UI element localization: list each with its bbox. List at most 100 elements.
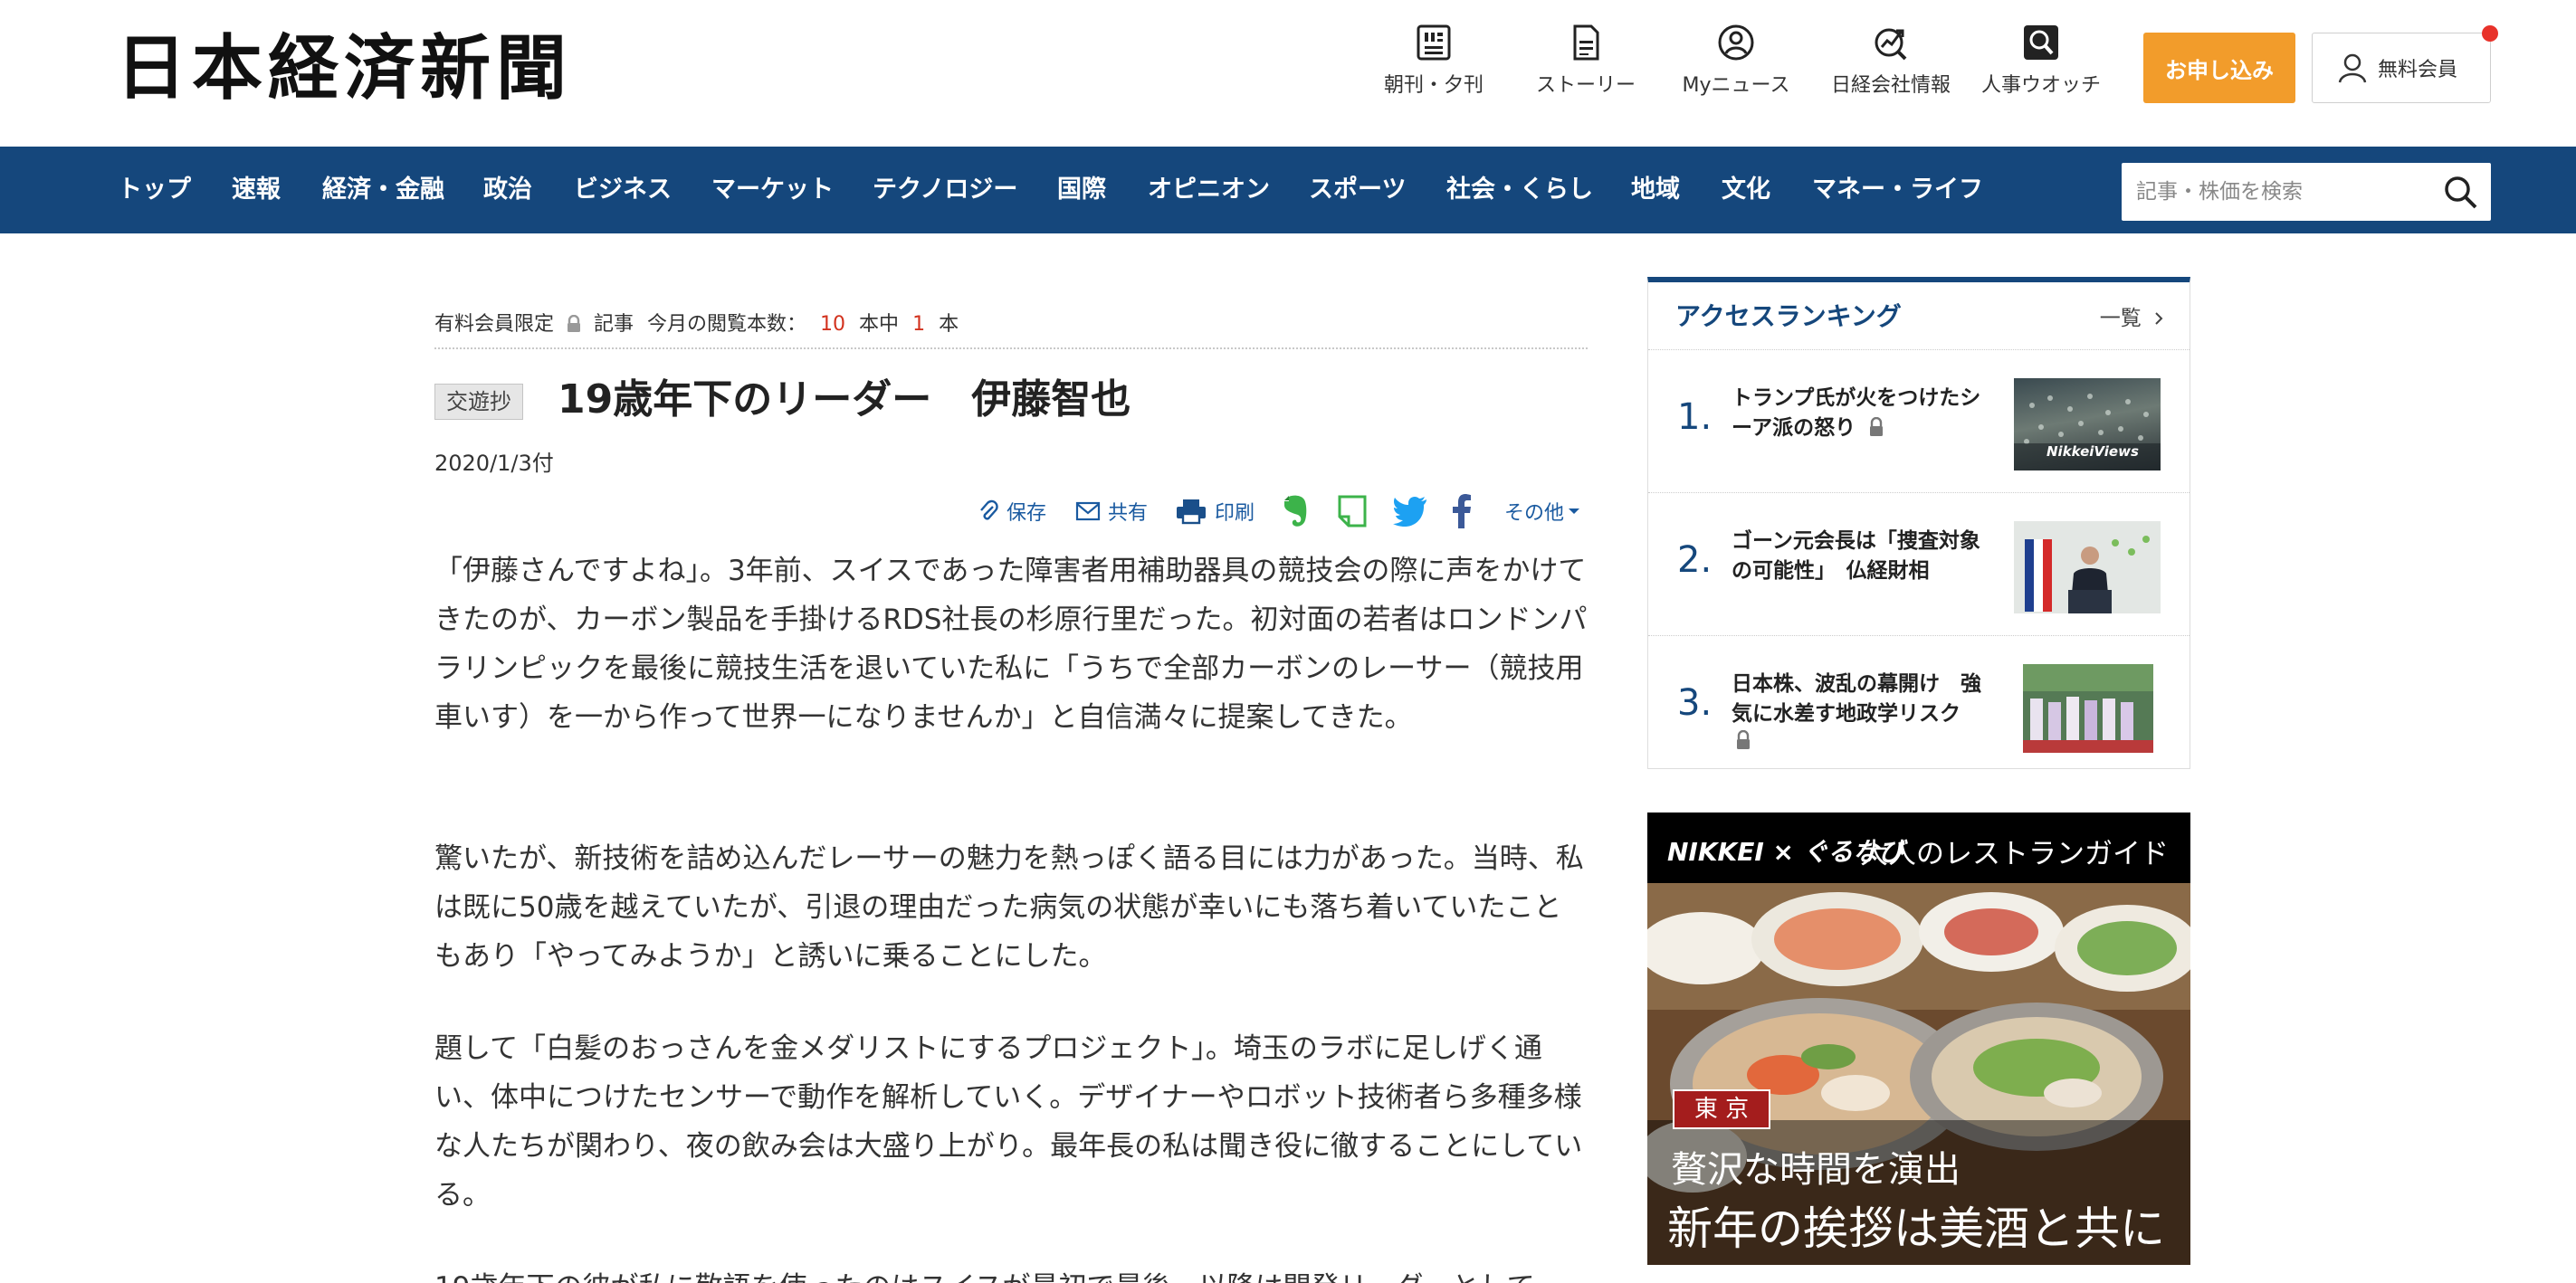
user-circle-icon [1718, 24, 1754, 61]
monthly-limit: 10 [820, 313, 846, 336]
share-button[interactable]: 共有 [1075, 489, 1148, 534]
nav-sports[interactable]: スポーツ [1309, 147, 1406, 233]
nav-story[interactable]: ストーリー [1530, 24, 1642, 114]
search-box [2122, 163, 2491, 221]
restaurant-guide-ad[interactable]: NIKKEI × ぐるなび 大人のレストランガイド 東 京 贅沢な時間を演出 新… [1647, 813, 2190, 1265]
notification-dot [2482, 25, 2498, 42]
divider [434, 347, 1588, 349]
print-button[interactable]: 印刷 [1175, 489, 1255, 534]
nav-my-news[interactable]: Myニュース [1674, 24, 1798, 114]
nav-opinion[interactable]: オピニオン [1148, 147, 1270, 233]
read-count: 1 [912, 313, 926, 336]
ranking-title: アクセスランキング [1675, 301, 1902, 331]
of-label: 本中 [859, 313, 900, 336]
nav-technology[interactable]: テクノロジー [873, 147, 1017, 233]
main-navbar: トップ 速報 経済・金融 政治 ビジネス マーケット テクノロジー 国際 オピニ… [0, 147, 2576, 233]
print-label: 印刷 [1215, 502, 1255, 525]
document-icon [1573, 24, 1599, 61]
save-button[interactable]: 保存 [978, 489, 1046, 534]
clip-note-button[interactable] [1336, 489, 1376, 534]
nav-business[interactable]: ビジネス [574, 147, 672, 233]
ranking-headline: ゴーン元会長は「捜査対象の可能性」 仏経財相 [1732, 527, 1999, 586]
nav-label: 日経会社情報 [1830, 74, 1951, 97]
ranking-thumbnail [2014, 521, 2161, 613]
free-member-button[interactable]: 無料会員 [2312, 33, 2491, 103]
magnifier-icon [2024, 25, 2058, 60]
ranking-more-label: 一覧 [2099, 307, 2142, 330]
nav-company-info[interactable]: 日経会社情報 [1825, 24, 1957, 114]
column-tag[interactable]: 交遊抄 [434, 384, 523, 420]
free-member-label: 無料会員 [2378, 59, 2458, 81]
site-header: 日本経済新聞 朝刊・夕刊 ストーリー Myニュース 日経会社情報 人事ウオッチ … [0, 0, 2576, 147]
evernote-button[interactable] [1280, 489, 1318, 534]
monthly-count-label: 今月の閲覧本数： [647, 313, 807, 336]
ranking-headline-text: ゴーン元会長は「捜査対象の可能性」 仏経財相 [1732, 529, 1980, 583]
unit-label: 本 [939, 313, 959, 336]
more-share-button[interactable]: その他 [1504, 489, 1588, 534]
paid-member-label: 有料会員限定 [434, 313, 555, 336]
nav-politics[interactable]: 政治 [483, 147, 532, 233]
mail-icon [1075, 501, 1101, 521]
ranking-thumbnail [2023, 664, 2153, 753]
nav-money-life[interactable]: マネー・ライフ [1812, 147, 1983, 233]
nav-economy-finance[interactable]: 経済・金融 [322, 147, 444, 233]
facebook-button[interactable] [1452, 489, 1479, 534]
ad-location-badge: 東 京 [1673, 1089, 1770, 1129]
ranking-item[interactable]: 1. トランプ氏が火をつけたシーア派の怒り NikkeiViews [1648, 351, 2190, 492]
nav-label: ストーリー [1535, 74, 1636, 97]
twitter-icon [1393, 496, 1426, 527]
press-conference-image [2014, 521, 2161, 613]
divider [1648, 635, 2190, 636]
rank-number: 3. [1677, 682, 1713, 724]
newspaper-icon [1417, 24, 1451, 61]
nav-international[interactable]: 国際 [1057, 147, 1106, 233]
note-icon [1338, 495, 1367, 527]
article-title: 19歳年下のリーダー 伊藤智也 [558, 376, 1131, 423]
article-paragraph: 驚いたが、新技術を詰め込んだレーサーの魅力を熱っぽく語る目には力があった。当時、… [434, 842, 1584, 973]
search-input[interactable] [2136, 163, 2426, 221]
ranking-item[interactable]: 3. 日本株、波乱の幕開け 強気に水差す地政学リスク [1648, 637, 2190, 778]
article-paragraph: 題して「白髪のおっさんを金メダリストにするプロジェクト」。埼玉のラボに足しげく通… [434, 1032, 1583, 1212]
article-date: 2020/1/3付 [434, 451, 554, 476]
lock-icon [1737, 729, 1750, 749]
search-icon[interactable] [2442, 174, 2478, 210]
nav-top[interactable]: トップ [118, 147, 191, 233]
thumbnail-caption: NikkeiViews [2046, 443, 2139, 460]
nav-region[interactable]: 地域 [1631, 147, 1680, 233]
nav-label: 人事ウオッチ [1980, 74, 2101, 97]
rank-number: 1. [1677, 396, 1713, 438]
twitter-button[interactable] [1392, 489, 1436, 534]
site-logo[interactable]: 日本経済新聞 [116, 31, 572, 107]
article-paragraph: 19歳年下の彼が私に敬語を使ったのはスイスが最初で最後。以降は開発リーダーとして [434, 1263, 1589, 1283]
article-access-meta: 有料会員限定 記事 今月の閲覧本数： 10 本中 1 本 [434, 308, 959, 337]
user-icon [2338, 53, 2367, 83]
nav-personnel-watch[interactable]: 人事ウオッチ [1977, 24, 2105, 114]
nav-society[interactable]: 社会・くらし [1446, 147, 1593, 233]
more-label: その他 [1504, 502, 1565, 525]
ranking-item[interactable]: 2. ゴーン元会長は「捜査対象の可能性」 仏経財相 [1648, 494, 2190, 635]
divider [1648, 492, 2190, 493]
ranking-headline: 日本株、波乱の幕開け 強気に水差す地政学リスク [1732, 670, 1999, 759]
article-label: 記事 [594, 313, 634, 336]
ranking-thumbnail: NikkeiViews [2014, 378, 2161, 470]
caret-down-icon [1569, 508, 1580, 514]
nav-morning-evening[interactable]: 朝刊・夕刊 [1374, 24, 1493, 114]
nav-breaking[interactable]: 速報 [232, 147, 281, 233]
facebook-icon [1453, 494, 1471, 528]
ad-guide-title: 大人のレストランガイド [1860, 838, 2169, 870]
ranking-headline-text: トランプ氏が火をつけたシーア派の怒り [1732, 386, 1981, 440]
subscribe-button[interactable]: お申し込み [2143, 33, 2295, 103]
save-label: 保存 [1007, 502, 1047, 525]
ranking-headline-text: 日本株、波乱の幕開け 強気に水差す地政学リスク [1732, 672, 1981, 726]
divider [1648, 349, 2190, 350]
lock-icon [1870, 416, 1884, 436]
lock-icon [568, 314, 581, 332]
rank-number: 2. [1677, 539, 1713, 581]
ranking-more-link[interactable]: 一覧 [2100, 300, 2164, 331]
evernote-icon [1284, 495, 1307, 527]
stock-exchange-image [2023, 664, 2153, 753]
nav-culture[interactable]: 文化 [1722, 147, 1770, 233]
ad-headline: 新年の挨拶は美酒と共に [1667, 1202, 2165, 1255]
ranking-headline: トランプ氏が火をつけたシーア派の怒り [1732, 384, 1999, 443]
nav-market[interactable]: マーケット [711, 147, 834, 233]
